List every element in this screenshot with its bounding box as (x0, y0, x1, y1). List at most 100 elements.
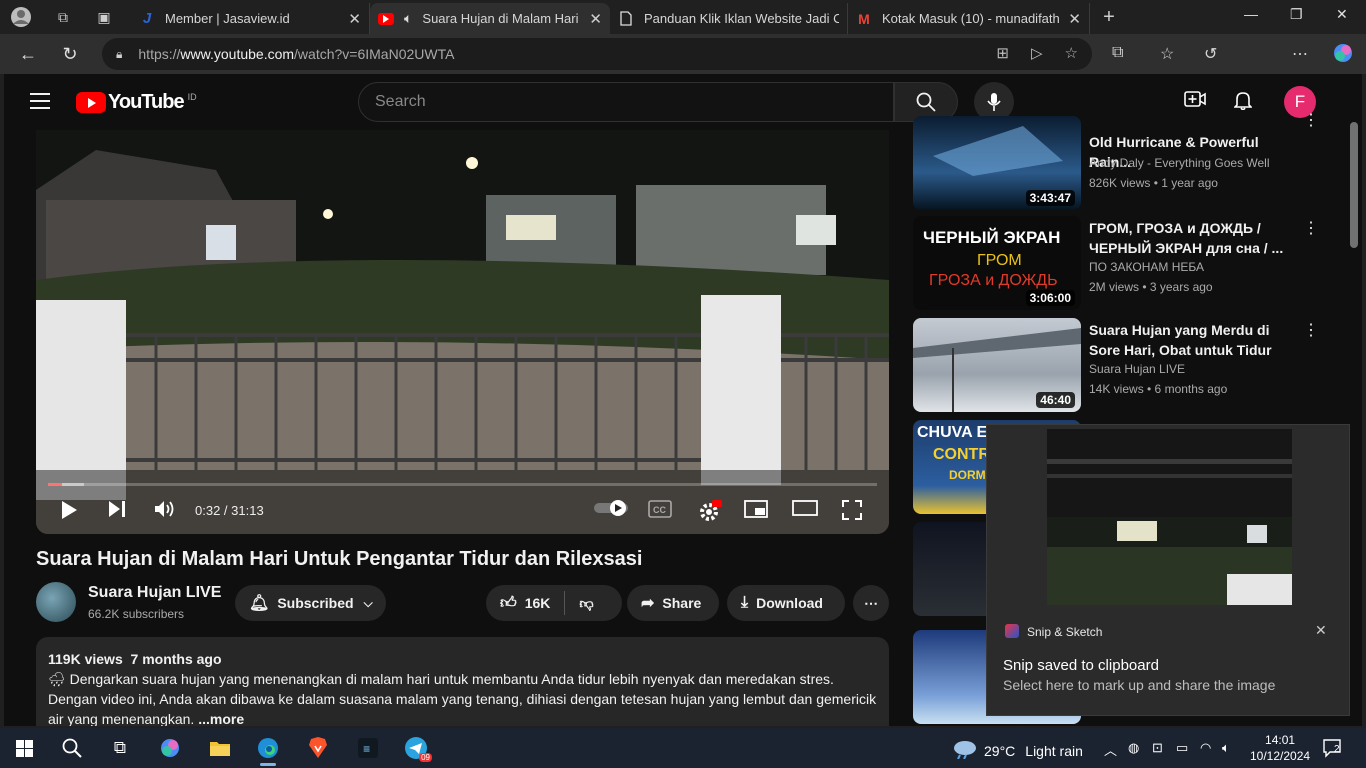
more-actions-button[interactable]: ⋯ (853, 585, 889, 621)
telegram-icon[interactable]: 09 (400, 734, 432, 762)
notification-center-icon[interactable]: 2 (1322, 738, 1344, 761)
app-available-icon[interactable]: ⊞ (996, 44, 1009, 62)
like-button[interactable]: 👍︎ 16K (486, 591, 566, 615)
url-field[interactable]: 🔒︎ https://www.youtube.com/watch?v=6IMaN… (102, 38, 1092, 70)
snip-preview-image[interactable] (1047, 429, 1292, 605)
notifications-bell-icon[interactable] (1233, 90, 1253, 116)
weather-condition: Light rain (1025, 742, 1083, 759)
more-vertical-icon[interactable]: ⋮ (1303, 110, 1319, 130)
tab-jasaview[interactable]: J Member | Jasaview.id ✕ (131, 3, 370, 34)
close-tab-icon[interactable]: ✕ (348, 10, 361, 28)
speaker-audio-icon[interactable]: 🔈︎ (404, 10, 412, 27)
create-video-icon[interactable] (1184, 90, 1206, 114)
toast-close-icon[interactable]: ✕ (1315, 622, 1327, 639)
country-code: ID (187, 91, 197, 102)
settings-gear-icon[interactable] (698, 500, 722, 522)
video-frame (36, 130, 889, 534)
chevron-down-icon: ⌵ (363, 595, 373, 610)
wifi-icon[interactable]: ◠ (1200, 740, 1211, 756)
edge-browser-icon[interactable] (252, 734, 284, 766)
video-thumbnail[interactable]: 3:43:47 (913, 116, 1081, 210)
svg-text:≡: ≡ (363, 743, 370, 757)
volume-icon[interactable] (154, 500, 176, 518)
tray-app-icon[interactable]: ◍ (1128, 740, 1139, 756)
like-dislike-group: 👍︎ 16K 👎︎ (486, 585, 622, 621)
close-tab-icon[interactable]: ✕ (1068, 10, 1081, 28)
lock-icon[interactable]: 🔒︎ (116, 47, 122, 62)
dislike-button[interactable]: 👎︎ (565, 595, 607, 612)
close-window-icon[interactable]: ✕ (1336, 6, 1348, 23)
telegram-unread-badge: 09 (419, 753, 432, 762)
battery-icon[interactable]: ▭ (1176, 740, 1188, 756)
play-icon[interactable] (60, 500, 78, 520)
profile-icon[interactable] (10, 6, 32, 28)
snip-notification-toast[interactable]: Snip & Sketch ✕ Snip saved to clipboard … (986, 424, 1350, 716)
youtube-logo[interactable]: YouTube ID (76, 91, 197, 114)
close-tab-icon[interactable]: ✕ (589, 10, 602, 28)
task-view-icon[interactable]: ⧉ (104, 734, 136, 762)
fullscreen-icon[interactable] (842, 500, 862, 520)
search-input[interactable]: Search (358, 82, 894, 122)
weather-widget[interactable]: 29°C Light rain (952, 739, 1083, 762)
related-video[interactable]: 46:40 Suara Hujan yang Merdu di Sore Har… (913, 318, 1319, 414)
system-clock[interactable]: 14:01 10/12/2024 (1250, 732, 1310, 764)
windows-start-icon[interactable] (8, 734, 40, 762)
next-icon[interactable] (108, 500, 126, 518)
back-icon[interactable]: ← (16, 42, 40, 66)
autoplay-toggle[interactable] (594, 500, 628, 516)
description-box[interactable]: 119K views 7 months ago 🌧 Dengarkan suar… (36, 637, 889, 726)
tab-youtube-active[interactable]: 🔈︎ Suara Hujan di Malam Hari U ✕ (370, 3, 610, 34)
related-stats: 2M views • 3 years ago (1089, 280, 1213, 294)
file-explorer-icon[interactable] (204, 734, 236, 762)
tab-actions-icon[interactable]: ▣ (93, 6, 115, 28)
brave-browser-icon[interactable] (302, 734, 334, 762)
restore-icon[interactable]: ❐ (1290, 6, 1303, 23)
subscribed-button[interactable]: 🔔︎ Subscribed ⌵ (235, 585, 386, 621)
terminal-app-icon[interactable]: ≡ (352, 734, 384, 762)
speaker-icon[interactable]: 🔈︎ (1222, 740, 1230, 756)
favorite-star-icon[interactable]: ☆ (1065, 44, 1078, 62)
video-thumbnail[interactable]: 46:40 (913, 318, 1081, 412)
menu-hamburger-icon[interactable] (30, 93, 50, 109)
search-icon[interactable] (56, 734, 88, 762)
video-player[interactable]: 0:32 / 31:13 CC (36, 130, 889, 534)
extensions-icon[interactable]: ⧉ (1112, 44, 1123, 62)
related-video[interactable]: ЧЕРНЫЙ ЭКРАН ГРОМ ГРОЗА и ДОЖДЬ 3:06:00 … (913, 216, 1319, 312)
share-button[interactable]: ➦ Share (627, 585, 719, 621)
show-hidden-icons-chevron-icon[interactable]: ︿ (1104, 740, 1117, 759)
miniplayer-icon[interactable] (744, 500, 768, 518)
more-vertical-icon[interactable]: ⋮ (1303, 320, 1319, 340)
workspaces-icon[interactable]: ⧉ (52, 6, 74, 28)
thumb-text: CONTR (933, 446, 990, 463)
more-vertical-icon[interactable]: ⋮ (1303, 218, 1319, 238)
copilot-taskbar-icon[interactable] (154, 734, 186, 762)
theater-mode-icon[interactable] (792, 500, 818, 516)
toast-app-name: Snip & Sketch (1027, 625, 1103, 639)
subscriber-count: 66.2K subscribers (88, 607, 185, 621)
more-menu-icon[interactable]: ⋯ (1292, 44, 1308, 64)
tab-panduan[interactable]: Panduan Klik Iklan Website Jadi C (610, 3, 848, 34)
favorites-icon[interactable]: ☆ (1160, 44, 1174, 64)
toast-heading: Snip saved to clipboard (1003, 657, 1159, 674)
download-button[interactable]: ⤓ Download (727, 585, 845, 621)
minimize-icon[interactable]: — (1244, 6, 1258, 22)
show-more-link[interactable]: ...more (198, 711, 244, 726)
tab-title: Kotak Masuk (10) - munadifathull (882, 11, 1061, 26)
channel-avatar[interactable] (36, 582, 76, 622)
video-thumbnail[interactable]: ЧЕРНЫЙ ЭКРАН ГРОМ ГРОЗА и ДОЖДЬ 3:06:00 (913, 216, 1081, 310)
copilot-icon[interactable] (1332, 42, 1354, 69)
captions-icon[interactable]: CC (648, 500, 672, 518)
read-aloud-icon[interactable]: ▷ (1031, 44, 1043, 62)
snip-sketch-app-icon (1005, 624, 1019, 638)
progress-bar[interactable] (48, 483, 877, 486)
tab-gmail[interactable]: M Kotak Masuk (10) - munadifathull ✕ (848, 3, 1090, 34)
refresh-icon[interactable]: ↻ (58, 42, 82, 66)
page-scrollbar[interactable] (1350, 122, 1358, 248)
new-tab-icon[interactable]: + (1098, 6, 1120, 28)
channel-name[interactable]: Suara Hujan LIVE (88, 584, 221, 602)
svg-text:CC: CC (653, 505, 666, 515)
tray-app-icon[interactable]: ⊡ (1152, 740, 1163, 756)
related-stats: 826K views • 1 year ago (1089, 176, 1218, 190)
related-video[interactable]: 3:43:47 Old Hurricane & Powerful Rain...… (913, 112, 1319, 212)
history-icon[interactable]: ↺ (1204, 44, 1217, 64)
